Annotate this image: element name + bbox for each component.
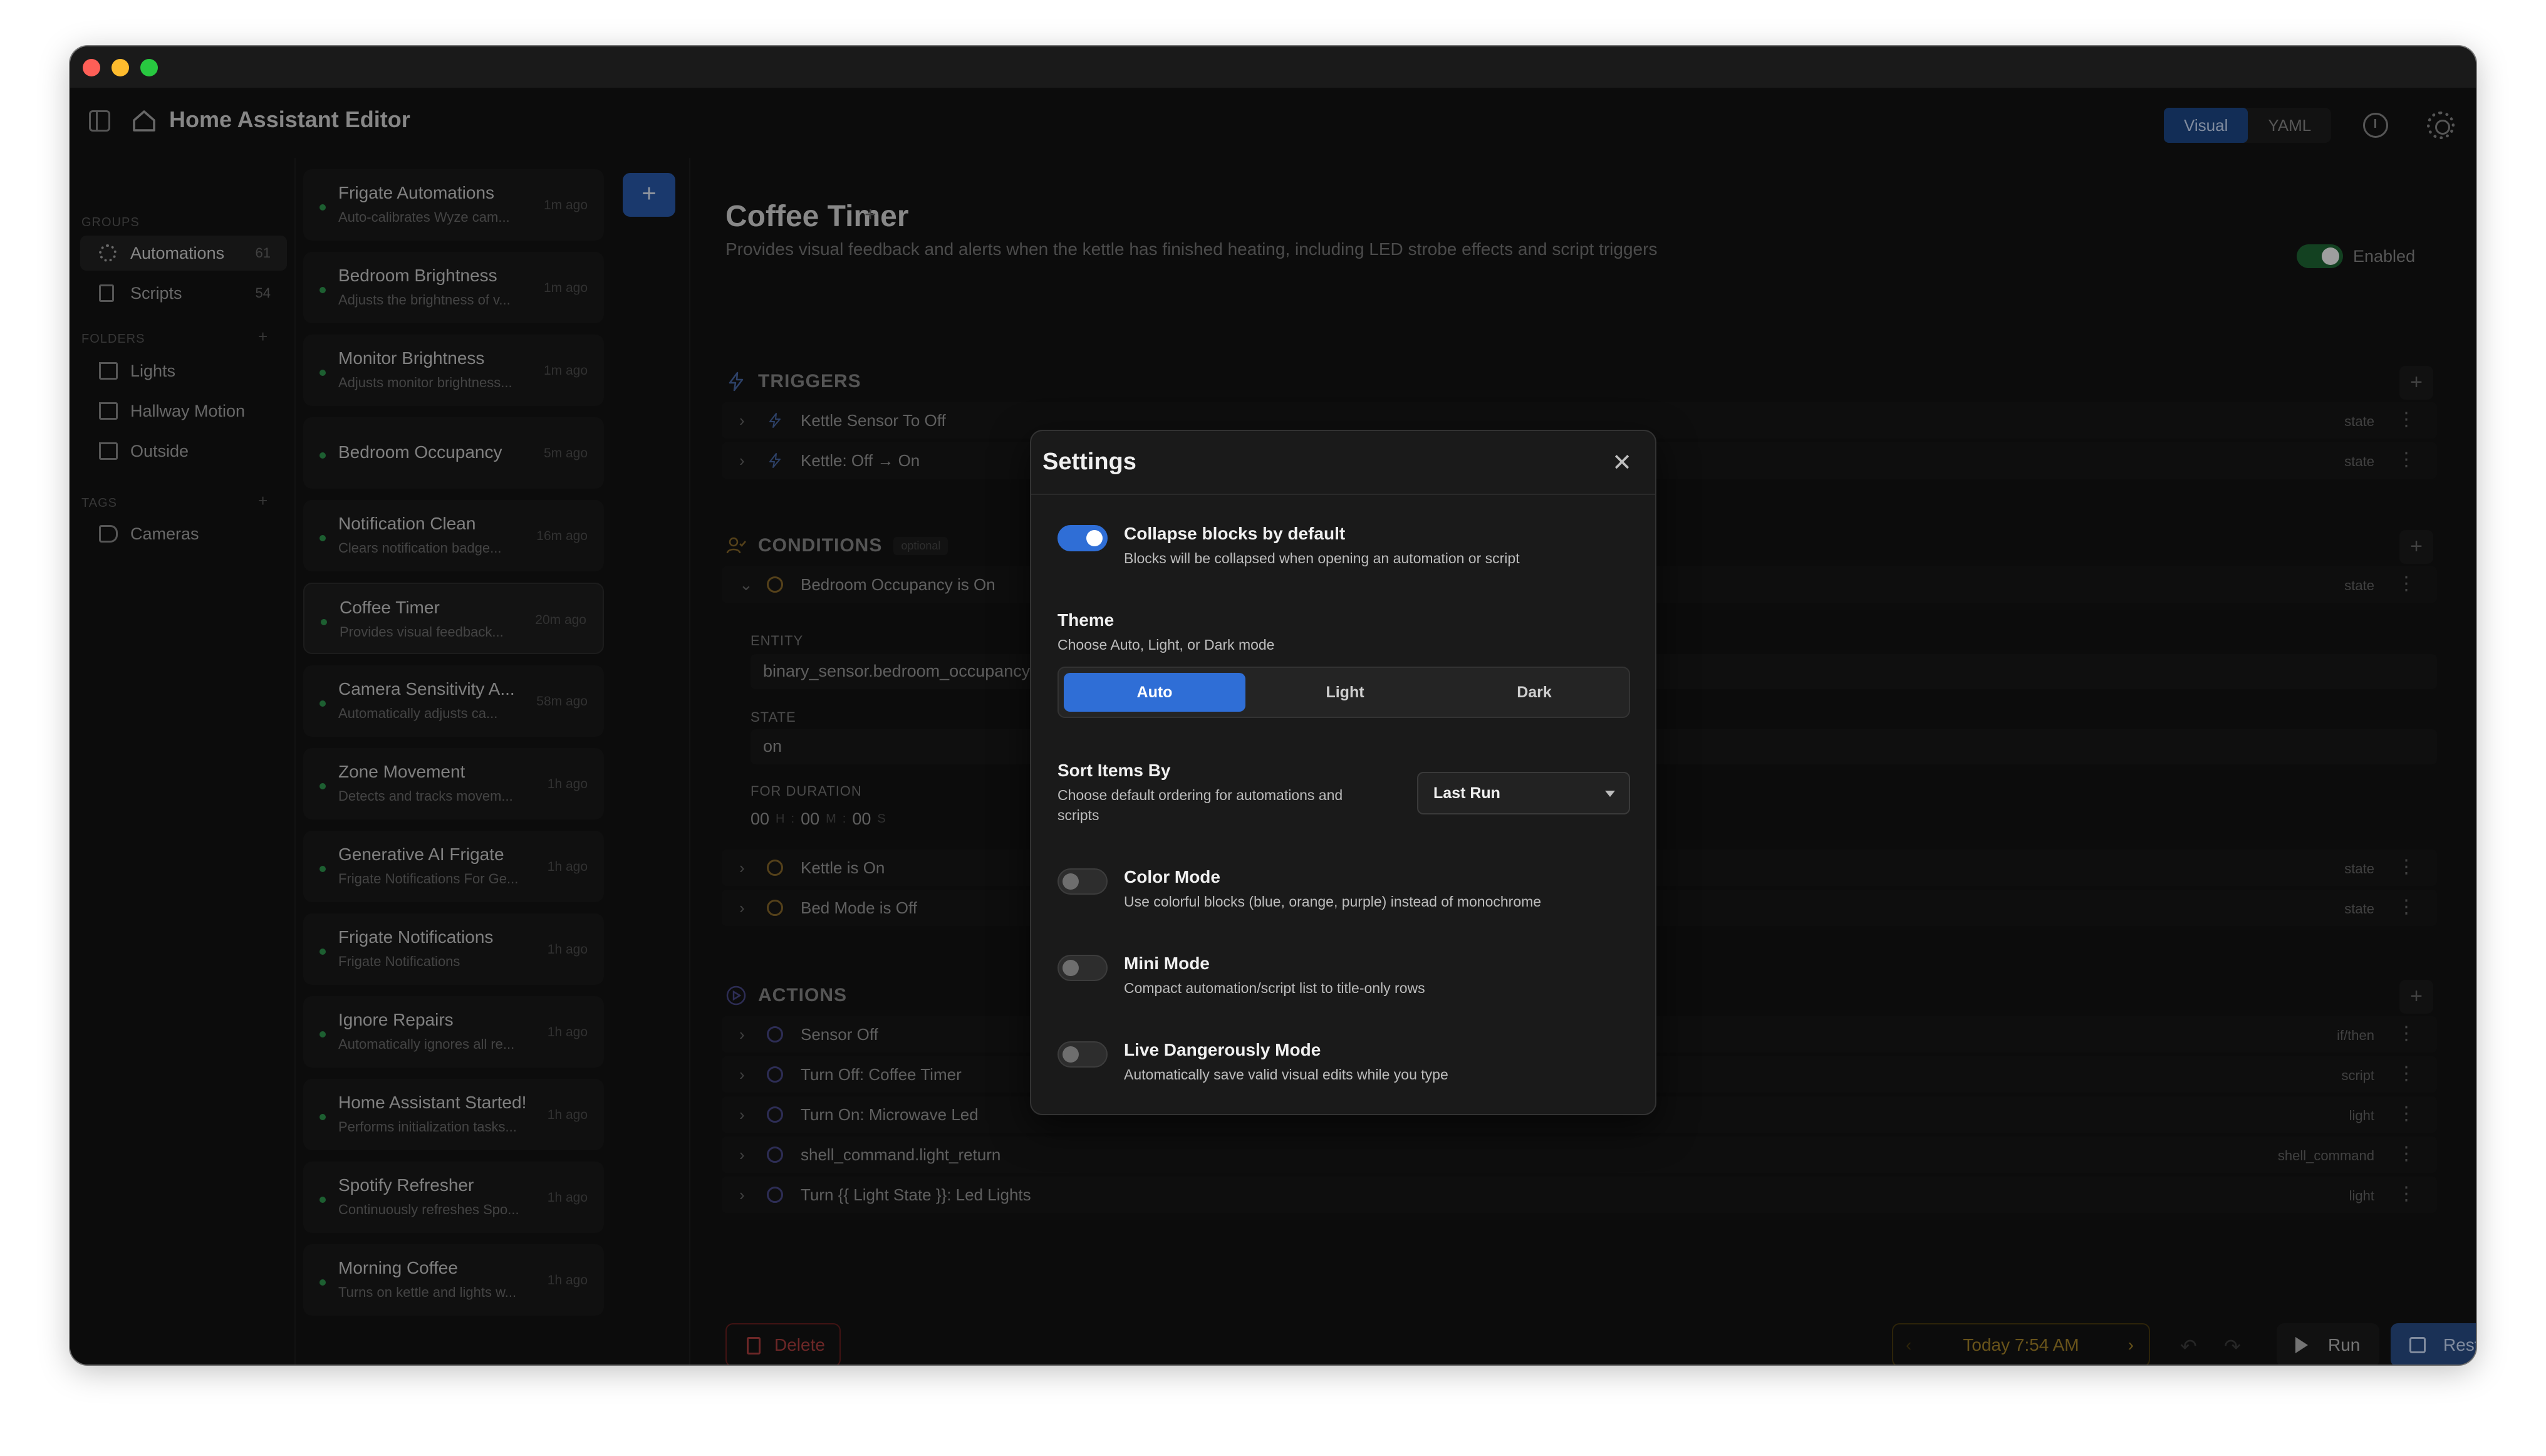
- mini-mode-toggle[interactable]: [1057, 955, 1108, 981]
- color-mode-title: Color Mode: [1124, 867, 1220, 887]
- live-dangerously-title: Live Dangerously Mode: [1124, 1040, 1321, 1059]
- color-mode-toggle[interactable]: [1057, 868, 1108, 895]
- minimize-window-button[interactable]: [112, 59, 129, 76]
- close-icon[interactable]: ✕: [1610, 451, 1634, 475]
- mini-mode-desc: Compact automation/script list to title-…: [1124, 980, 1425, 996]
- chevron-down-icon: [1605, 791, 1615, 797]
- sort-select[interactable]: Last Run: [1417, 772, 1630, 814]
- color-mode-desc: Use colorful blocks (blue, orange, purpl…: [1124, 893, 1542, 910]
- theme-selector: Auto Light Dark: [1057, 667, 1630, 718]
- sort-desc-2: scripts: [1057, 807, 1099, 823]
- mini-mode-title: Mini Mode: [1124, 954, 1210, 973]
- settings-dialog: Settings ✕ Collapse blocks by default Bl…: [1030, 430, 1656, 1115]
- live-dangerously-toggle[interactable]: [1057, 1041, 1108, 1068]
- app-window: Home Assistant Editor Visual YAML GROUPS…: [70, 46, 2476, 1365]
- sort-selected-value: Last Run: [1433, 784, 1500, 802]
- sort-title: Sort Items By: [1057, 761, 1171, 780]
- theme-title: Theme: [1057, 610, 1115, 630]
- close-window-button[interactable]: [83, 59, 100, 76]
- theme-desc: Choose Auto, Light, or Dark mode: [1057, 637, 1275, 653]
- collapse-blocks-title: Collapse blocks by default: [1124, 524, 1346, 543]
- live-dangerously-desc: Automatically save valid visual edits wh…: [1124, 1066, 1448, 1083]
- title-bar: [70, 46, 2476, 88]
- settings-header: Settings ✕: [1031, 431, 1655, 495]
- collapse-blocks-toggle[interactable]: [1057, 525, 1108, 551]
- settings-title: Settings: [1042, 449, 1136, 475]
- sort-desc: Choose default ordering for automations …: [1057, 787, 1343, 803]
- collapse-blocks-desc: Blocks will be collapsed when opening an…: [1124, 550, 1520, 566]
- maximize-window-button[interactable]: [140, 59, 158, 76]
- theme-option-light[interactable]: Light: [1254, 673, 1436, 712]
- theme-option-auto[interactable]: Auto: [1064, 673, 1245, 712]
- theme-option-dark[interactable]: Dark: [1443, 673, 1625, 712]
